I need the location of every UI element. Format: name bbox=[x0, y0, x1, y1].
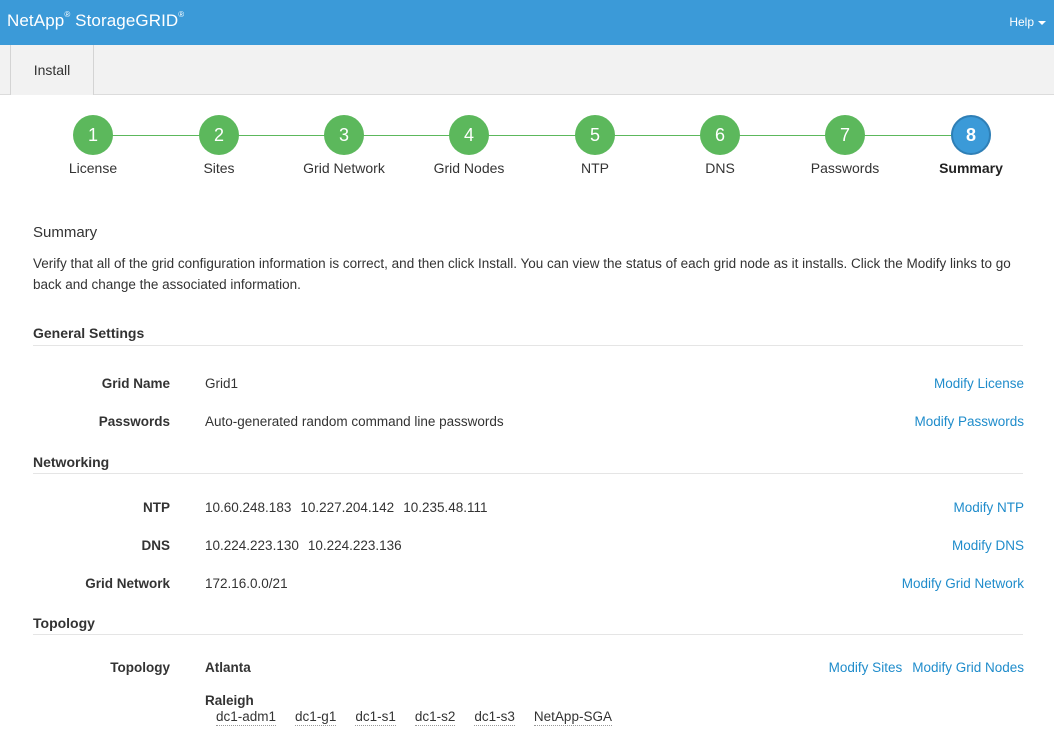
install-wizard-stepper: 1 License 2 Sites 3 Grid Network 4 Grid … bbox=[0, 115, 1054, 185]
app-logo: NetApp® StorageGRID® bbox=[7, 10, 185, 31]
dns-server: 10.224.223.130 bbox=[205, 538, 299, 553]
grid-node[interactable]: dc1-s2 bbox=[414, 709, 456, 726]
modify-passwords-link[interactable]: Modify Passwords bbox=[914, 414, 1024, 429]
step-number: 5 bbox=[575, 115, 615, 155]
ntp-values: 10.60.248.183 10.227.204.142 10.235.48.111 bbox=[205, 500, 497, 515]
tab-bar: Install bbox=[0, 45, 1054, 95]
step-number: 6 bbox=[700, 115, 740, 155]
site-name: Raleigh bbox=[205, 693, 254, 708]
dns-values: 10.224.223.130 10.224.223.136 bbox=[205, 538, 411, 553]
modify-ntp-link[interactable]: Modify NTP bbox=[953, 500, 1024, 515]
step-grid-network[interactable]: 3 Grid Network bbox=[284, 115, 404, 176]
step-number: 7 bbox=[825, 115, 865, 155]
section-divider bbox=[33, 634, 1023, 635]
modify-license-link[interactable]: Modify License bbox=[934, 376, 1024, 391]
grid-node[interactable]: dc1-s3 bbox=[474, 709, 515, 726]
step-label: License bbox=[68, 160, 118, 176]
step-number: 3 bbox=[324, 115, 364, 155]
dns-server: 10.224.223.136 bbox=[307, 538, 402, 553]
passwords-value: Auto-generated random command line passw… bbox=[205, 414, 504, 429]
help-menu-button[interactable]: Help bbox=[1009, 15, 1046, 29]
grid-node[interactable]: NetApp-SGA bbox=[533, 709, 612, 726]
grid-node[interactable]: dc1-g1 bbox=[295, 709, 337, 726]
step-number: 8 bbox=[951, 115, 991, 155]
step-label: Passwords bbox=[810, 160, 880, 176]
modify-grid-network-link[interactable]: Modify Grid Network bbox=[902, 576, 1024, 591]
grid-network-label: Grid Network bbox=[85, 576, 170, 591]
step-label: Summary bbox=[939, 160, 1003, 176]
passwords-label: Passwords bbox=[98, 414, 170, 429]
step-sites[interactable]: 2 Sites bbox=[159, 115, 279, 176]
section-divider bbox=[33, 473, 1023, 474]
topology-links: Modify Sites Modify Grid Nodes bbox=[819, 660, 1024, 675]
dns-label: DNS bbox=[141, 538, 170, 553]
step-license[interactable]: 1 License bbox=[33, 115, 153, 176]
section-title-topology: Topology bbox=[33, 615, 95, 631]
step-grid-nodes[interactable]: 4 Grid Nodes bbox=[409, 115, 529, 176]
section-title-networking: Networking bbox=[33, 454, 110, 470]
product-name: StorageGRID bbox=[75, 11, 179, 30]
reg-mark: ® bbox=[64, 10, 71, 20]
grid-network-value: 172.16.0.0/21 bbox=[205, 576, 288, 591]
reg-mark: ® bbox=[178, 10, 185, 20]
modify-grid-nodes-link[interactable]: Modify Grid Nodes bbox=[912, 660, 1024, 675]
ntp-label: NTP bbox=[143, 500, 170, 515]
step-label: NTP bbox=[581, 160, 609, 176]
site-atlanta: Atlanta bbox=[205, 660, 251, 675]
tab-install[interactable]: Install bbox=[10, 45, 94, 95]
chevron-down-icon bbox=[1038, 20, 1046, 25]
topology-label: Topology bbox=[110, 660, 170, 675]
step-label: Grid Network bbox=[303, 160, 385, 176]
summary-instructions: Verify that all of the grid configuratio… bbox=[33, 256, 1011, 292]
step-label: DNS bbox=[705, 160, 735, 176]
grid-node[interactable]: dc1-s1 bbox=[355, 709, 396, 726]
ntp-server: 10.235.48.111 bbox=[403, 500, 488, 515]
grid-name-label: Grid Name bbox=[101, 376, 170, 391]
step-passwords[interactable]: 7 Passwords bbox=[785, 115, 905, 176]
node-list: dc1-adm1 dc1-g1 dc1-s1 dc1-s2 dc1-s3 NetApp-S… bbox=[205, 709, 631, 726]
step-summary: 8 Summary bbox=[911, 115, 1031, 176]
grid-name-value: Grid1 bbox=[205, 376, 239, 391]
ntp-server: 10.60.248.183 bbox=[205, 500, 292, 515]
top-header: NetApp® StorageGRID® Help bbox=[0, 0, 1054, 45]
step-ntp[interactable]: 5 NTP bbox=[535, 115, 655, 176]
step-label: Sites bbox=[203, 160, 235, 176]
section-title-general-settings: General Settings bbox=[33, 325, 145, 341]
site-name: Atlanta bbox=[205, 660, 251, 675]
section-divider bbox=[33, 345, 1023, 346]
step-number: 2 bbox=[199, 115, 239, 155]
step-number: 1 bbox=[73, 115, 113, 155]
step-number: 4 bbox=[449, 115, 489, 155]
page-title: Summary bbox=[33, 224, 98, 241]
grid-node[interactable]: dc1-adm1 bbox=[216, 709, 277, 726]
brand-name: NetApp bbox=[7, 11, 65, 30]
ntp-server: 10.227.204.142 bbox=[300, 500, 395, 515]
modify-sites-link[interactable]: Modify Sites bbox=[829, 660, 903, 675]
step-dns[interactable]: 6 DNS bbox=[660, 115, 780, 176]
help-label: Help bbox=[1009, 15, 1034, 29]
step-label: Grid Nodes bbox=[433, 160, 505, 176]
site-raleigh: Raleigh dc1-adm1 dc1-g1 dc1-s1 dc1-s2 dc1-s3… bbox=[205, 693, 631, 726]
modify-dns-link[interactable]: Modify DNS bbox=[952, 538, 1024, 553]
